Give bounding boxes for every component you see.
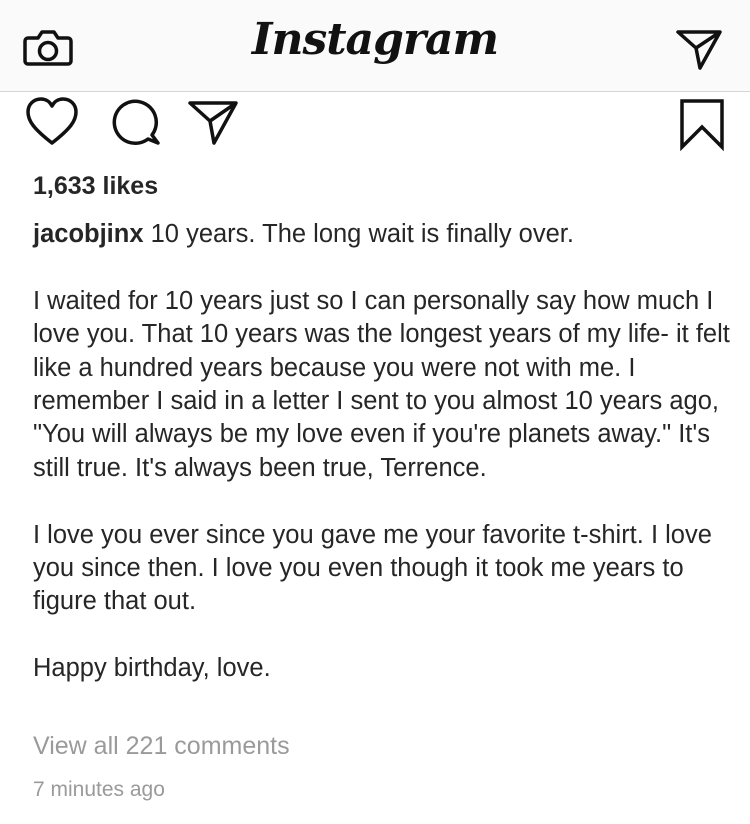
post-caption: jacobjinx 10 years. The long wait is fin… <box>33 218 733 686</box>
view-all-comments-link[interactable]: View all 221 comments <box>33 732 290 761</box>
caption-intro-text: 10 years. The long wait is finally over. <box>143 220 574 248</box>
comment-icon[interactable] <box>108 95 164 151</box>
post-actions-bar <box>0 93 750 163</box>
caption-paragraph: Happy birthday, love. <box>33 654 271 683</box>
heart-icon[interactable] <box>24 95 80 151</box>
post-timestamp: 7 minutes ago <box>33 778 165 801</box>
caption-first-line: jacobjinx 10 years. The long wait is fin… <box>33 218 733 251</box>
bookmark-icon[interactable] <box>678 97 726 153</box>
paper-plane-icon[interactable] <box>186 95 242 151</box>
top-navigation-bar: Instagram <box>0 0 750 92</box>
caption-paragraph: I waited for 10 years just so I can pers… <box>33 286 730 482</box>
likes-count[interactable]: 1,633 likes <box>33 172 158 201</box>
app-logo: Instagram <box>251 14 499 65</box>
caption-paragraph: I love you ever since you gave me your f… <box>33 520 712 616</box>
direct-message-icon[interactable] <box>674 24 724 74</box>
username-link[interactable]: jacobjinx <box>33 220 144 248</box>
